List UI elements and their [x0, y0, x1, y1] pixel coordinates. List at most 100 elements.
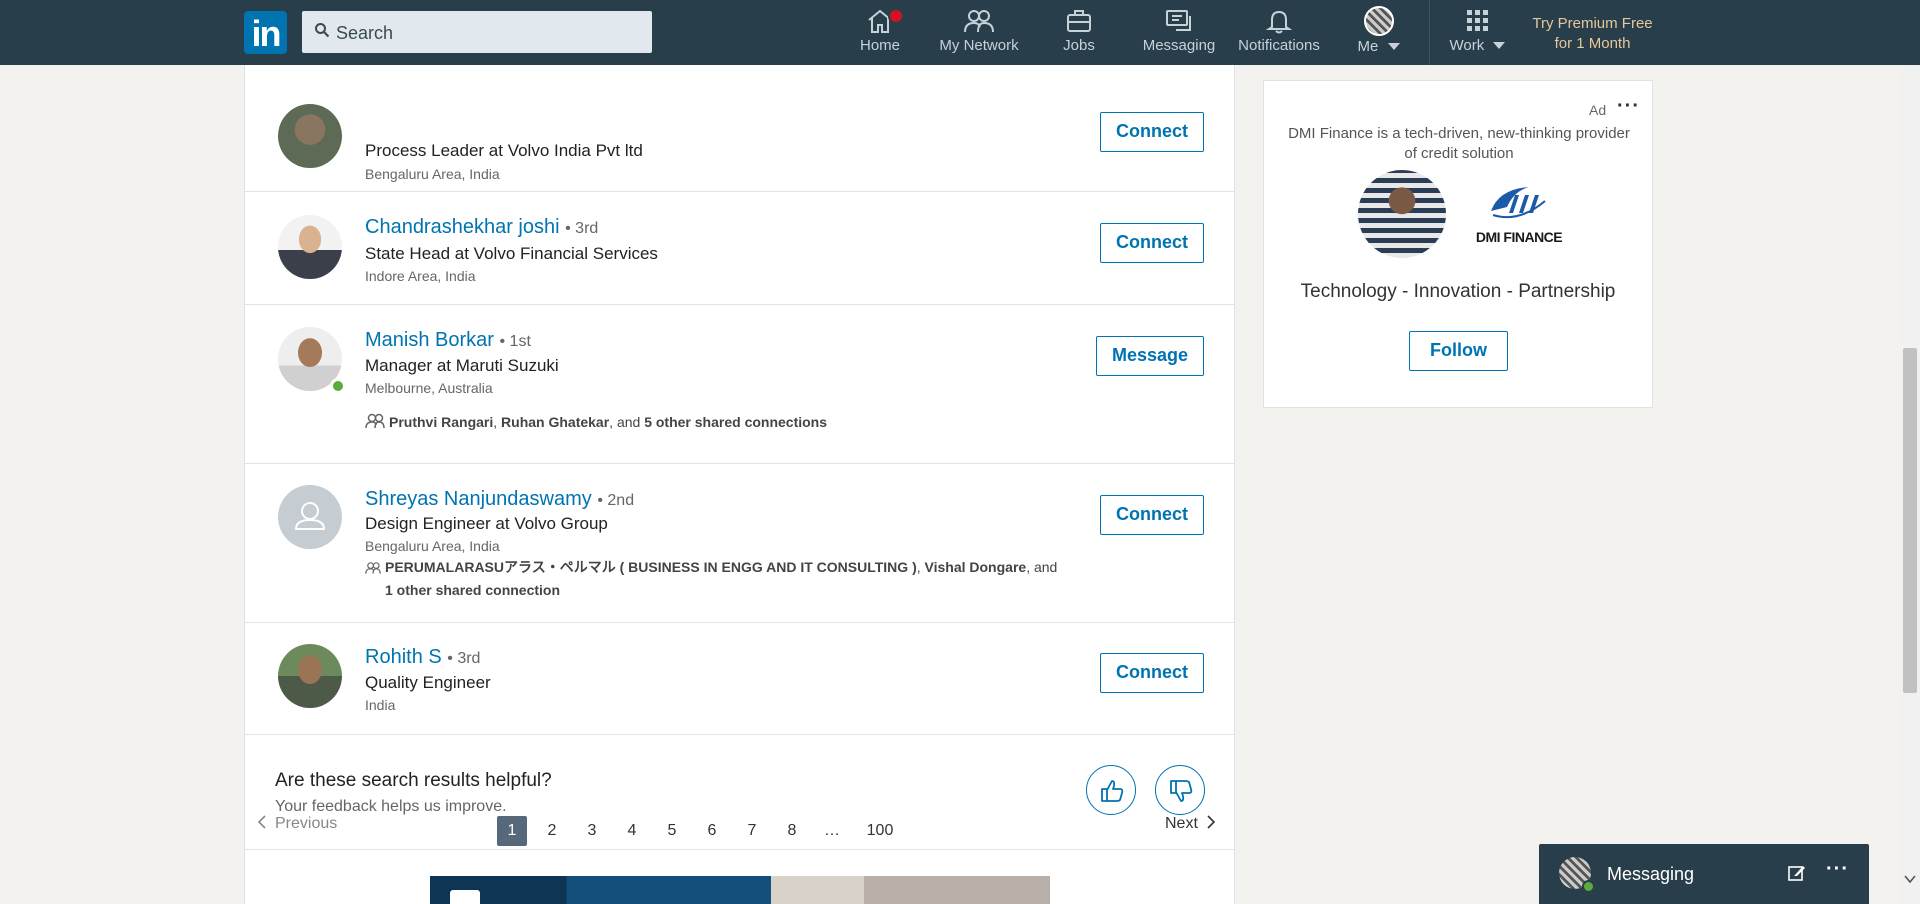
company-logo-text: DMI FINANCE — [1475, 229, 1563, 245]
company-logo[interactable]: DMI FINANCE — [1469, 181, 1569, 251]
page-number-button[interactable]: 5 — [657, 816, 687, 846]
profile-photo[interactable] — [278, 215, 342, 279]
shared-connection-name[interactable]: Ruhan Ghatekar — [501, 414, 609, 430]
search-result-item: Shreyas Nanjundaswamy • 2nd Design Engin… — [245, 464, 1234, 623]
nav-messaging-label: Messaging — [1142, 37, 1216, 54]
result-name-link[interactable]: Chandrashekhar joshi • 3rd — [365, 216, 598, 239]
nav-messaging[interactable]: Messaging — [1138, 8, 1220, 60]
connection-degree: • 2nd — [597, 492, 635, 509]
page-number-button[interactable]: 100 — [860, 816, 900, 846]
profile-photo[interactable] — [278, 485, 342, 549]
result-name-link[interactable]: Manish Borkar • 1st — [365, 329, 531, 352]
next-page-button[interactable]: Next — [1165, 815, 1216, 833]
shared-connections[interactable]: PERUMALARASUアラス・ペルマル ( BUSINESS IN ENGG … — [365, 556, 1085, 602]
search-placeholder: Search — [336, 23, 394, 43]
nav-jobs[interactable]: Jobs — [1052, 8, 1106, 60]
nav-work[interactable]: Work — [1446, 8, 1510, 60]
result-name: Chandrashekhar joshi — [365, 216, 560, 238]
separator: , — [916, 559, 925, 575]
notification-badge — [888, 8, 904, 24]
page-number-button[interactable]: 8 — [777, 816, 807, 846]
previous-page-button[interactable]: Previous — [257, 815, 337, 833]
scroll-down-arrow-icon[interactable] — [1903, 872, 1917, 886]
result-name-link[interactable]: Rohith S • 3rd — [365, 646, 480, 669]
shared-connection-name[interactable]: Pruthvi Rangari — [389, 414, 493, 430]
linkedin-logo[interactable]: in — [244, 11, 287, 54]
compose-message-icon[interactable] — [1788, 864, 1806, 882]
shared-connections[interactable]: Pruthvi Rangari, Ruhan Ghatekar, and 5 o… — [365, 411, 827, 434]
connect-button[interactable]: Connect — [1100, 653, 1204, 693]
profile-photo[interactable] — [278, 104, 342, 168]
search-result-item: Chandrashekhar joshi • 3rd State Head at… — [245, 192, 1234, 305]
ad-label: Ad — [1589, 102, 1607, 118]
more-options-icon[interactable]: ··· — [1826, 858, 1849, 881]
nav-my-network[interactable]: My Network — [934, 8, 1024, 60]
connect-button[interactable]: Connect — [1100, 112, 1204, 152]
search-result-item: Manish Borkar • 1st Manager at Maruti Su… — [245, 305, 1234, 464]
more-options-icon[interactable]: ··· — [1617, 95, 1640, 118]
briefcase-icon — [1067, 10, 1091, 32]
connection-degree: • 1st — [499, 333, 531, 350]
default-person-icon — [294, 502, 326, 530]
nav-me[interactable]: Me — [1348, 6, 1410, 58]
online-status-indicator — [330, 378, 346, 394]
result-headline: Design Engineer at Volvo Group — [365, 514, 608, 533]
result-headline: State Head at Volvo Financial Services — [365, 244, 658, 263]
try-premium-link[interactable]: Try Premium Free for 1 Month — [1525, 14, 1660, 54]
caret-down-icon — [1493, 42, 1506, 49]
premium-line-2: for 1 Month — [1554, 35, 1631, 52]
profile-photo[interactable] — [278, 644, 342, 708]
shared-connection-name[interactable]: PERUMALARASUアラス・ペルマル ( BUSINESS IN ENGG … — [385, 559, 917, 575]
grid-icon — [1467, 10, 1488, 31]
nav-notifications-label: Notifications — [1238, 37, 1320, 54]
separator: , — [493, 414, 502, 430]
nav-work-text: Work — [1449, 37, 1485, 54]
message-button[interactable]: Message — [1096, 336, 1204, 376]
messaging-icon — [1166, 10, 1191, 31]
thumbs-up-icon — [1101, 780, 1124, 802]
ad-card: Ad ··· DMI Finance is a tech-driven, new… — [1263, 80, 1653, 408]
page-number-button[interactable]: 4 — [617, 816, 647, 846]
page-number-button[interactable]: 2 — [537, 816, 567, 846]
shared-connection-name[interactable]: Vishal Dongare — [925, 559, 1027, 575]
thumbs-up-button[interactable] — [1086, 765, 1136, 815]
search-input[interactable]: Search — [302, 11, 652, 53]
messaging-overlay-bar[interactable]: Messaging ··· — [1539, 844, 1869, 904]
people-icon — [365, 413, 385, 429]
result-headline: Quality Engineer — [365, 673, 491, 692]
avatar — [1358, 170, 1446, 258]
chevron-left-icon — [257, 815, 266, 829]
separator: , and — [609, 414, 645, 430]
feedback-subtext: Your feedback helps us improve. — [275, 798, 507, 815]
shared-connections-more[interactable]: 5 other shared connections — [644, 414, 827, 430]
shared-connections-more[interactable]: 1 other shared connection — [385, 582, 560, 598]
follow-button[interactable]: Follow — [1409, 331, 1508, 371]
connection-degree: • 3rd — [447, 650, 481, 667]
result-headline: Manager at Maruti Suzuki — [365, 356, 559, 375]
messaging-label: Messaging — [1607, 864, 1695, 884]
nav-notifications[interactable]: Notifications — [1236, 8, 1322, 60]
thumbs-down-button[interactable] — [1155, 765, 1205, 815]
nav-home[interactable]: Home — [852, 8, 908, 60]
connection-degree: • 3rd — [565, 220, 599, 237]
premium-line-1: Try Premium Free — [1532, 15, 1653, 32]
page-number-button[interactable]: 7 — [737, 816, 767, 846]
page-number-button[interactable]: 6 — [697, 816, 727, 846]
page-number-button[interactable]: 3 — [577, 816, 607, 846]
nav-divider — [1429, 0, 1430, 65]
ad-description: DMI Finance is a tech-driven, new-thinki… — [1288, 125, 1630, 162]
promo-banner[interactable] — [430, 876, 1050, 904]
result-location: Bengaluru Area, India — [365, 538, 500, 554]
connect-button[interactable]: Connect — [1100, 223, 1204, 263]
nav-work-label: Work — [1446, 37, 1510, 54]
nav-home-label: Home — [859, 37, 900, 54]
result-location: Melbourne, Australia — [365, 380, 493, 396]
result-location: Bengaluru Area, India — [365, 166, 500, 182]
scrollbar-thumb[interactable] — [1903, 348, 1917, 693]
search-results-card: Process Leader at Volvo India Pvt ltd Be… — [244, 65, 1235, 904]
avatar — [1364, 6, 1394, 36]
nav-jobs-label: Jobs — [1063, 37, 1095, 54]
page-number-button[interactable]: 1 — [497, 816, 527, 846]
connect-button[interactable]: Connect — [1100, 495, 1204, 535]
result-name-link[interactable]: Shreyas Nanjundaswamy • 2nd — [365, 488, 634, 511]
